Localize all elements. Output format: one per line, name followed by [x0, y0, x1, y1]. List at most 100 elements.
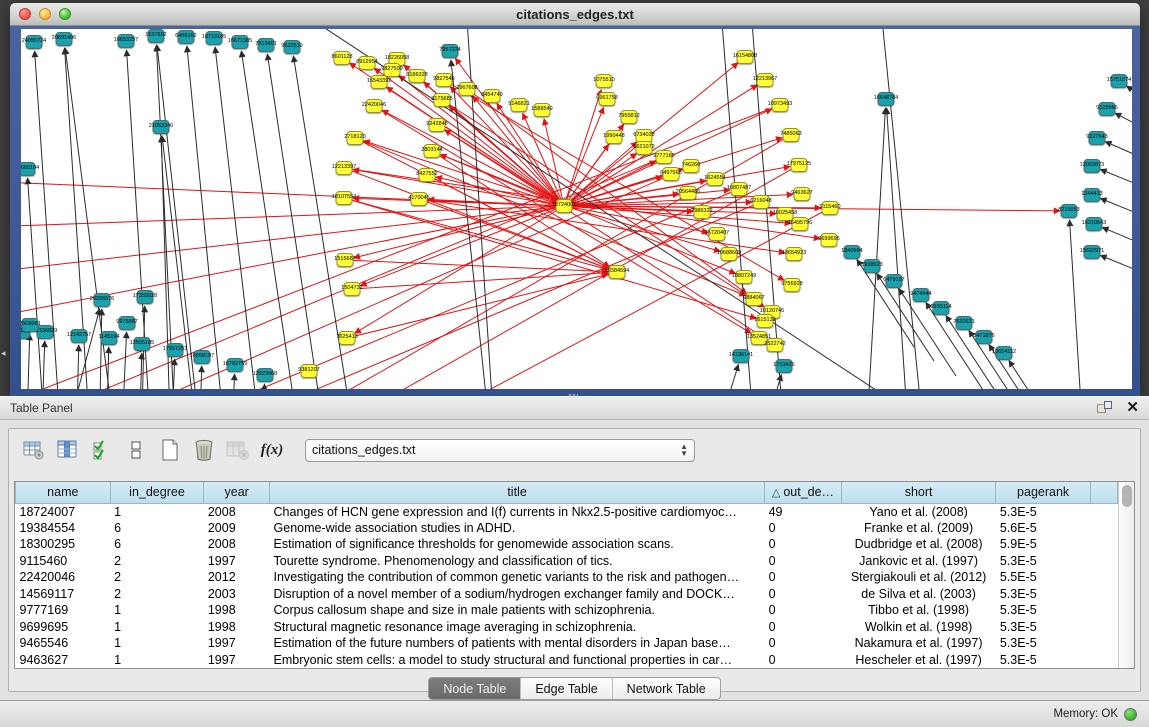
table-panel-titlebar[interactable]: Table Panel ✕: [0, 396, 1149, 420]
table-cell[interactable]: 0: [765, 520, 842, 537]
table-cell[interactable]: 14569117: [16, 586, 111, 603]
network-node[interactable]: 16648784: [878, 92, 895, 106]
table-cell[interactable]: 5.3E-5: [996, 619, 1091, 636]
table-cell[interactable]: 5.3E-5: [996, 553, 1091, 570]
table-cell[interactable]: 6: [110, 536, 204, 553]
table-select-dropdown[interactable]: citations_edges.txt ▲▼: [305, 439, 695, 462]
memory-ok-indicator[interactable]: [1124, 708, 1137, 721]
table-cell[interactable]: Wolkin et al. (1998): [841, 619, 996, 636]
table-cell[interactable]: 1997: [204, 652, 270, 669]
table-cell[interactable]: 2: [110, 586, 204, 603]
window-titlebar[interactable]: citations_edges.txt: [10, 3, 1140, 26]
network-node[interactable]: 8454749: [484, 89, 501, 103]
table-cell[interactable]: 1998: [204, 619, 270, 636]
table-cell[interactable]: 9777169: [16, 602, 111, 619]
network-node[interactable]: 16782759: [227, 358, 244, 372]
tab-node-table[interactable]: Node Table: [429, 678, 521, 699]
table-cell[interactable]: Dudbridge et al. (2008): [841, 536, 996, 553]
table-cell[interactable]: 0: [765, 536, 842, 553]
table-cell[interactable]: 5.9E-5: [996, 536, 1091, 553]
table-row[interactable]: 1872400712008Changes of HCN gene express…: [16, 503, 1118, 520]
table-cell[interactable]: 5.3E-5: [996, 503, 1091, 520]
table-cell[interactable]: [1090, 520, 1117, 537]
table-cell[interactable]: Tourette syndrome. Phenomenology and cla…: [270, 553, 765, 570]
create-column-button[interactable]: [155, 435, 185, 465]
column-header[interactable]: △out_de…: [765, 482, 842, 503]
network-node[interactable]: 3175685: [434, 93, 451, 107]
network-node[interactable]: 17957253: [167, 343, 184, 357]
table-cell[interactable]: 22420046: [16, 569, 111, 586]
network-node[interactable]: 20691406: [56, 32, 73, 46]
network-node[interactable]: 8471876: [976, 330, 993, 344]
table-cell[interactable]: 1: [110, 503, 204, 520]
network-node[interactable]: 7485063: [783, 128, 800, 142]
table-cell[interactable]: Estimation of the future numbers of pati…: [270, 635, 765, 652]
network-node[interactable]: 10719185: [206, 31, 223, 45]
table-cell[interactable]: Tibbo et al. (1998): [841, 602, 996, 619]
table-cell[interactable]: 0: [765, 619, 842, 636]
table-cell[interactable]: Changes of HCN gene expression and I(f) …: [270, 503, 765, 520]
table-cell[interactable]: 1998: [204, 602, 270, 619]
zoom-window-button[interactable]: [59, 8, 71, 20]
table-cell[interactable]: [1090, 553, 1117, 570]
float-panel-icon[interactable]: [1097, 401, 1112, 415]
table-cell[interactable]: 1: [110, 635, 204, 652]
table-cell[interactable]: 2012: [204, 569, 270, 586]
table-cell[interactable]: 5.3E-5: [996, 635, 1091, 652]
row-height-button[interactable]: [121, 435, 151, 465]
network-node[interactable]: 8508061: [22, 318, 39, 332]
table-cell[interactable]: 1: [110, 652, 204, 669]
network-node[interactable]: 7625413: [339, 331, 356, 345]
network-node[interactable]: 2967608: [459, 82, 476, 96]
network-node[interactable]: 1621072: [636, 141, 653, 155]
network-node[interactable]: 2935114: [933, 301, 950, 315]
table-cell[interactable]: [1090, 619, 1117, 636]
table-row[interactable]: 1456911722003Disruption of a novel membe…: [16, 586, 1118, 603]
network-node[interactable]: 1990448: [606, 130, 623, 144]
network-node[interactable]: 9463627: [794, 187, 811, 201]
table-row[interactable]: 1938455462009Genome-wide association stu…: [16, 520, 1118, 537]
table-cell[interactable]: 0: [765, 652, 842, 669]
table-cell[interactable]: Nakamura et al. (1997): [841, 635, 996, 652]
network-node[interactable]: 8601128: [334, 51, 351, 65]
table-cell[interactable]: 5.3E-5: [996, 602, 1091, 619]
table-cell[interactable]: 1997: [204, 635, 270, 652]
table-row[interactable]: 946554611997Estimation of the future num…: [16, 635, 1118, 652]
network-node[interactable]: 14196141: [733, 349, 750, 363]
table-cell[interactable]: [1090, 503, 1117, 520]
network-node[interactable]: 9884067: [746, 292, 763, 306]
column-header[interactable]: name: [16, 482, 111, 503]
table-cell[interactable]: 9463627: [16, 652, 111, 669]
table-scrollbar-thumb[interactable]: [1122, 485, 1132, 507]
network-node[interactable]: 17359928: [137, 290, 154, 304]
network-node[interactable]: 10973493: [772, 98, 789, 112]
table-cell[interactable]: 1997: [204, 553, 270, 570]
network-node[interactable]: 10688609: [721, 247, 738, 261]
network-node[interactable]: 746266: [683, 159, 700, 173]
column-header[interactable]: short: [841, 482, 996, 503]
delete-column-button[interactable]: [189, 435, 219, 465]
network-node[interactable]: 9827509: [384, 63, 401, 77]
network-node[interactable]: 15751074: [1111, 74, 1128, 88]
network-node[interactable]: 6497568: [663, 167, 680, 181]
table-cell[interactable]: 19384554: [16, 520, 111, 537]
network-node[interactable]: 7957224: [442, 44, 459, 58]
network-node[interactable]: 9242848: [429, 118, 446, 132]
table-row[interactable]: 911546021997Tourette syndrome. Phenomeno…: [16, 553, 1118, 570]
table-cell[interactable]: [1090, 602, 1117, 619]
network-node[interactable]: 18724007: [556, 199, 573, 213]
network-node[interactable]: 20564486: [680, 186, 697, 200]
table-cell[interactable]: 5.6E-5: [996, 520, 1091, 537]
network-node[interactable]: 9381207: [301, 364, 318, 378]
network-node[interactable]: 1733426: [776, 359, 793, 373]
table-cell[interactable]: Investigating the contribution of common…: [270, 569, 765, 586]
table-cell[interactable]: 5.3E-5: [996, 652, 1091, 669]
network-node[interactable]: 10807487: [731, 182, 748, 196]
network-node[interactable]: 21660104: [21, 162, 36, 176]
network-node[interactable]: 12923468: [257, 368, 274, 382]
network-node[interactable]: 6961758: [599, 92, 616, 106]
table-cell[interactable]: [1090, 586, 1117, 603]
network-node[interactable]: 8427552: [419, 168, 436, 182]
table-cell[interactable]: Hescheler et al. (1997): [841, 652, 996, 669]
table-cell[interactable]: Franke et al. (2009): [841, 520, 996, 537]
